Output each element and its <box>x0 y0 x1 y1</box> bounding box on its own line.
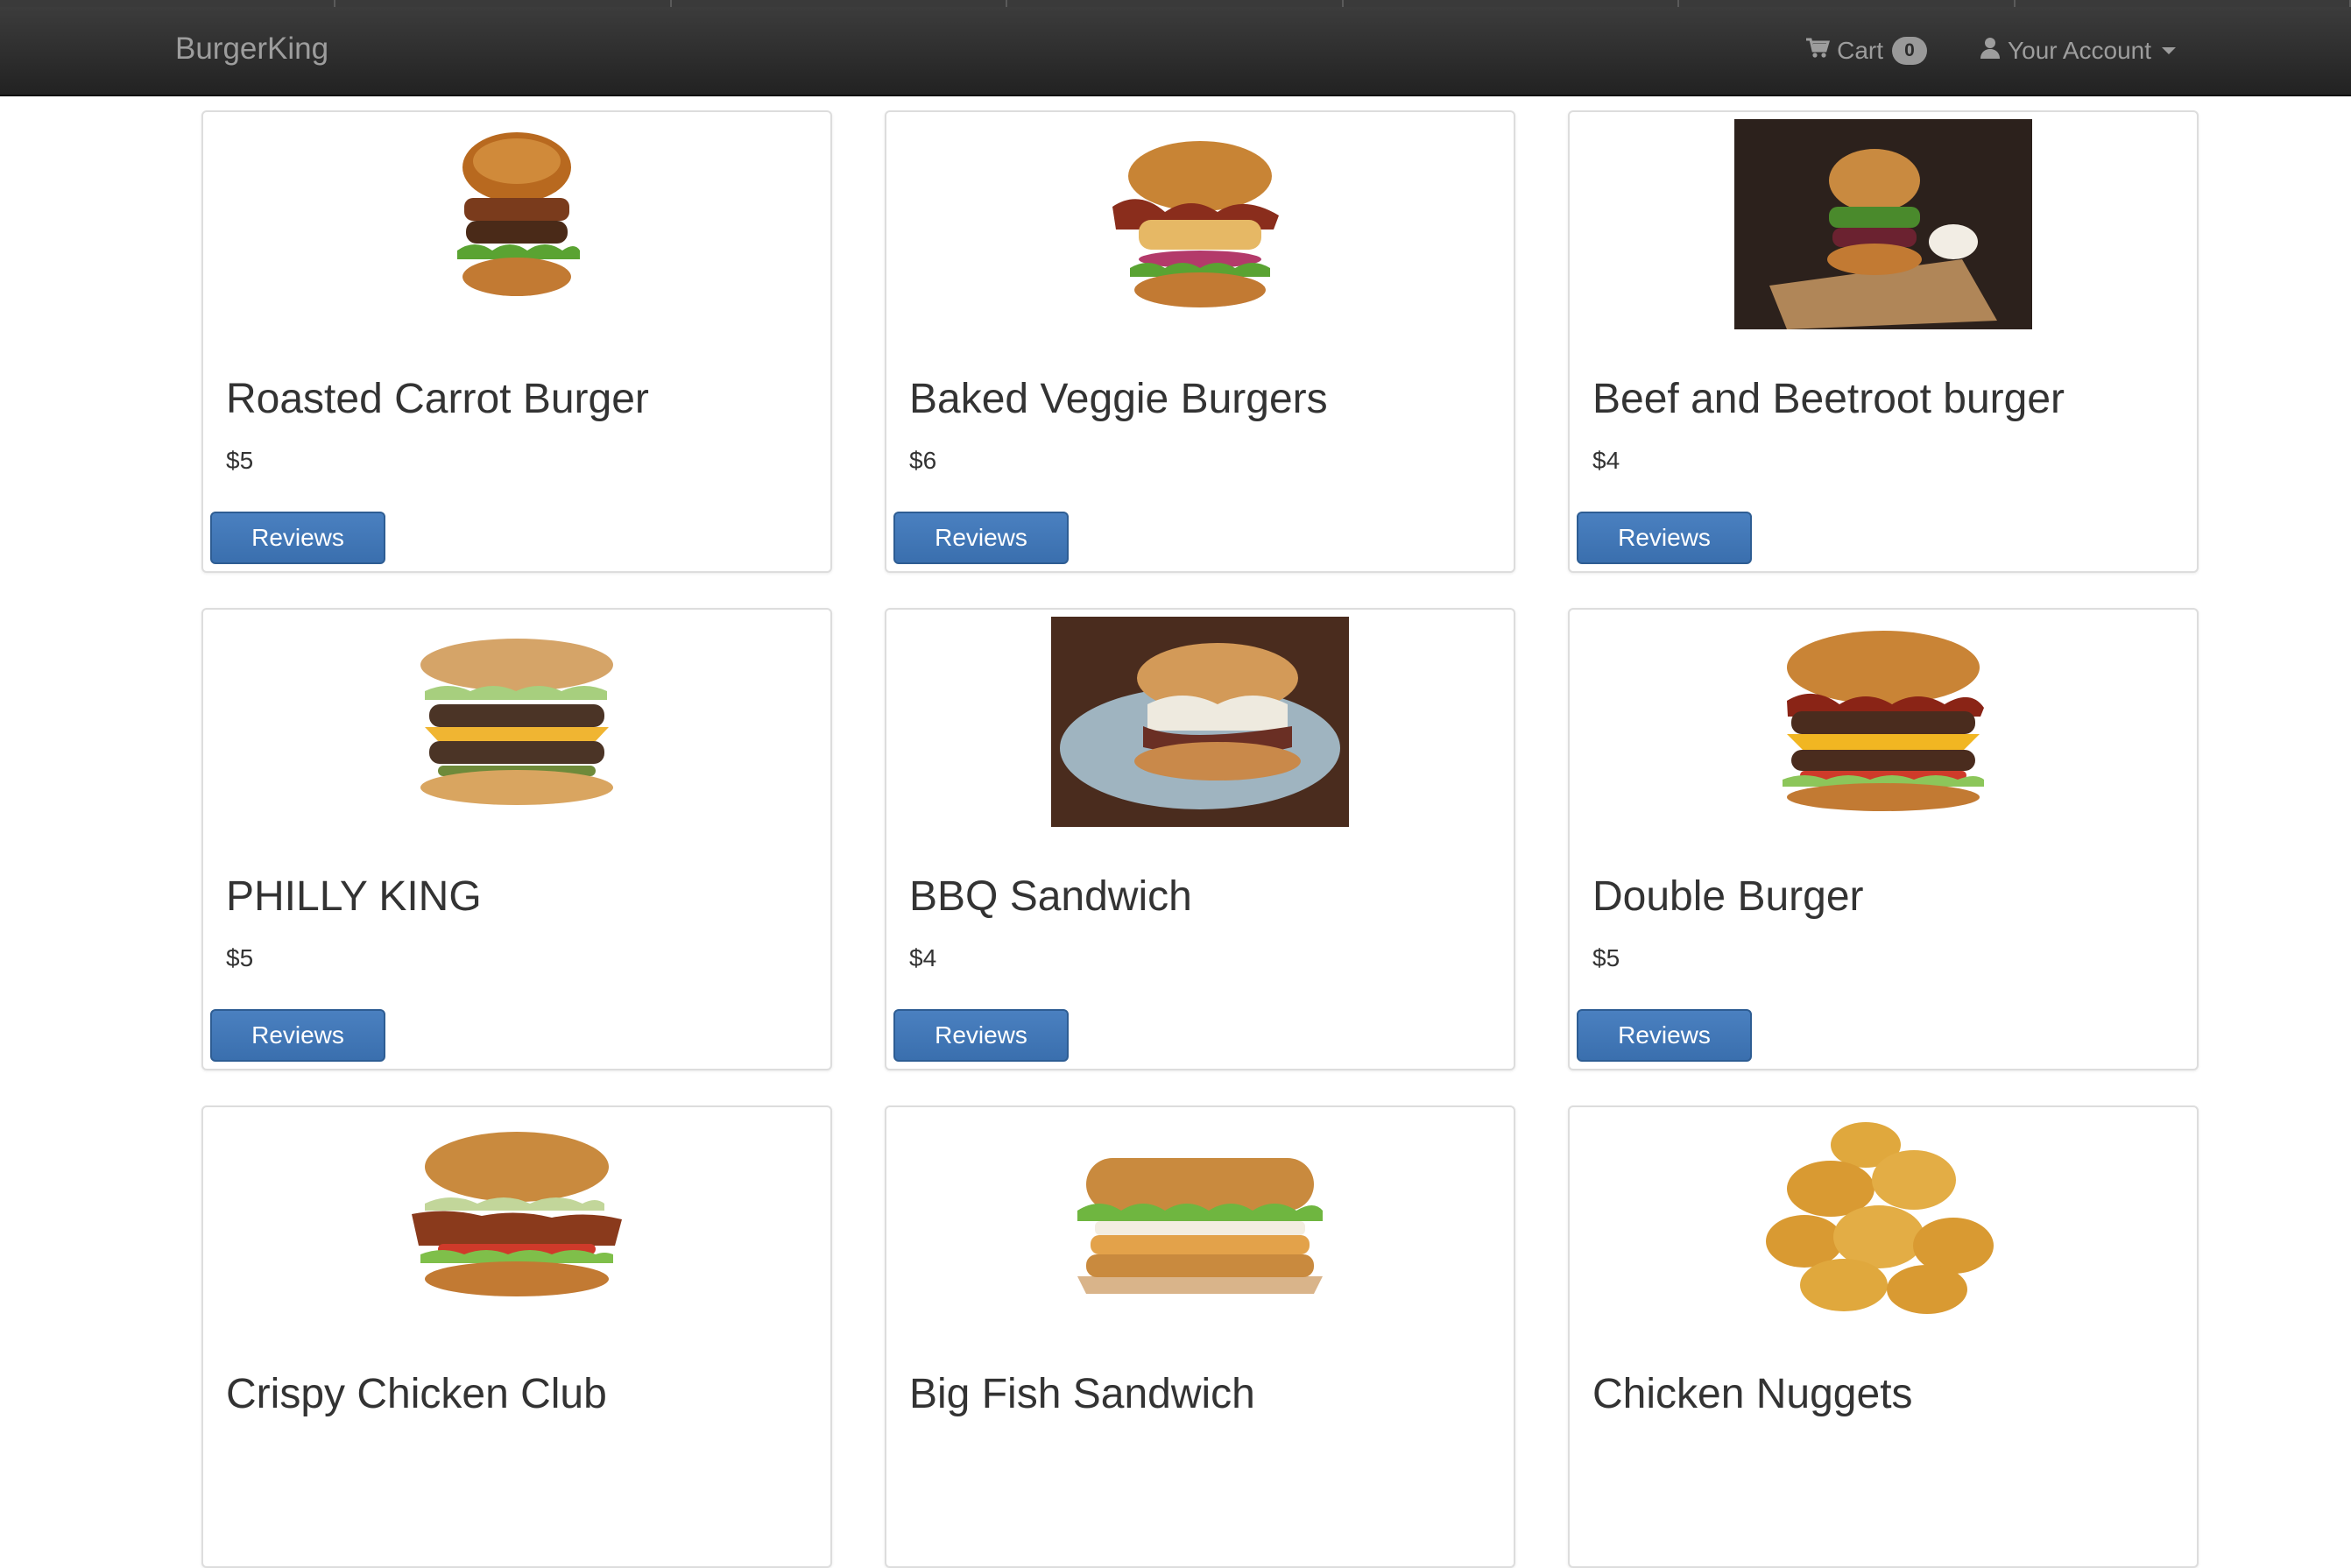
chevron-down-icon <box>2162 47 2176 54</box>
navbar: BurgerKing Cart 0 Your Account <box>0 7 2351 96</box>
browser-tab[interactable] <box>335 0 672 7</box>
product-title: PHILLY KING <box>226 873 482 920</box>
product-card: BBQ Sandwich $4 Reviews <box>885 608 1515 1070</box>
burger-image <box>368 119 666 329</box>
product-card: Big Fish Sandwich <box>885 1105 1515 1568</box>
fish-sandwich-image <box>1051 1114 1349 1324</box>
browser-tab[interactable] <box>1679 0 2016 7</box>
double-bacon-burger-image <box>1734 617 2032 827</box>
account-dropdown[interactable]: Your Account <box>1980 37 2176 66</box>
browser-tab[interactable] <box>2016 0 2351 7</box>
burger-on-board-photo <box>1734 119 2032 329</box>
product-title: Roasted Carrot Burger <box>226 376 649 422</box>
cart-count-badge: 0 <box>1892 37 1928 65</box>
product-card: Crispy Chicken Club <box>201 1105 832 1568</box>
product-card: Chicken Nuggets <box>1568 1105 2199 1568</box>
chicken-nuggets-image <box>1734 1114 2032 1324</box>
browser-tab[interactable] <box>1344 0 1680 7</box>
double-cheeseburger-image <box>368 617 666 827</box>
product-title: Big Fish Sandwich <box>909 1371 1255 1417</box>
product-price: $5 <box>226 447 254 474</box>
product-title: Baked Veggie Burgers <box>909 376 1328 422</box>
product-title: BBQ Sandwich <box>909 873 1192 920</box>
product-title: Crispy Chicken Club <box>226 1371 607 1417</box>
product-card: Double Burger $5 Reviews <box>1568 608 2199 1070</box>
product-grid: Roasted Carrot Burger $5 Reviews Baked V… <box>201 110 2199 1568</box>
chicken-club-burger-image <box>368 1114 666 1324</box>
bacon-chicken-burger-image <box>1051 119 1349 329</box>
browser-tab[interactable] <box>0 0 336 7</box>
navbar-right: Cart 0 Your Account <box>1753 28 2176 74</box>
reviews-button[interactable]: Reviews <box>210 1009 385 1062</box>
cart-label: Cart <box>1837 37 1884 64</box>
browser-tab-strip <box>0 0 2351 7</box>
product-title: Double Burger <box>1592 873 1864 920</box>
cart-link[interactable]: Cart 0 <box>1805 37 1928 66</box>
product-price: $6 <box>909 447 937 474</box>
reviews-button[interactable]: Reviews <box>210 512 385 564</box>
product-price: $4 <box>909 944 937 971</box>
product-card: Beef and Beetroot burger $4 Reviews <box>1568 110 2199 573</box>
reviews-button[interactable]: Reviews <box>893 512 1069 564</box>
pulled-pork-sandwich-photo <box>1051 617 1349 827</box>
reviews-button[interactable]: Reviews <box>1577 1009 1752 1062</box>
browser-tab[interactable] <box>672 0 1008 7</box>
reviews-button[interactable]: Reviews <box>1577 512 1752 564</box>
product-card: Roasted Carrot Burger $5 Reviews <box>201 110 832 573</box>
brand-link[interactable]: BurgerKing <box>175 32 328 67</box>
product-price: $5 <box>226 944 254 971</box>
product-price: $5 <box>1592 944 1620 971</box>
account-label: Your Account <box>2008 37 2151 64</box>
product-card: Baked Veggie Burgers $6 Reviews <box>885 110 1515 573</box>
product-card: PHILLY KING $5 Reviews <box>201 608 832 1070</box>
product-title: Beef and Beetroot burger <box>1592 376 2065 422</box>
reviews-button[interactable]: Reviews <box>893 1009 1069 1062</box>
browser-tab[interactable] <box>1007 0 1344 7</box>
shopping-cart-icon <box>1805 37 1831 66</box>
user-icon <box>1980 37 2001 66</box>
product-title: Chicken Nuggets <box>1592 1371 1913 1417</box>
product-price: $4 <box>1592 447 1620 474</box>
